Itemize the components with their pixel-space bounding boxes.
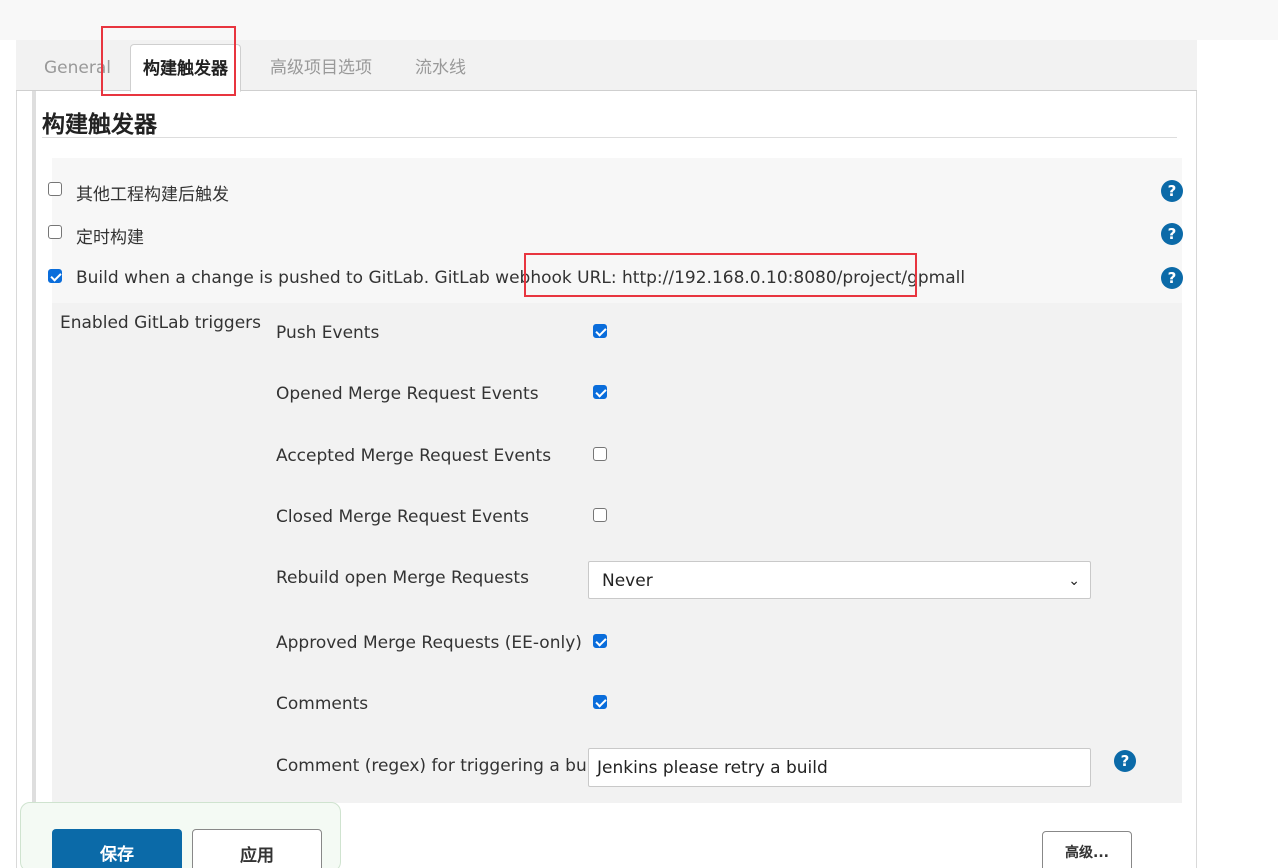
comments-checkbox[interactable] (593, 695, 607, 709)
section-title: 构建触发器 (42, 112, 157, 138)
tab-build-triggers[interactable]: 构建触发器 (130, 44, 241, 92)
help-icon[interactable]: ? (1161, 223, 1183, 245)
comment-regex-label: Comment (regex) for triggering a build (276, 756, 607, 776)
help-icon[interactable]: ? (1114, 750, 1136, 772)
advanced-button[interactable]: 高级... (1042, 831, 1132, 868)
approved-mr-checkbox[interactable] (593, 634, 607, 648)
trigger-periodic-checkbox[interactable] (48, 225, 62, 239)
help-icon[interactable]: ? (1161, 180, 1183, 202)
comments-label: Comments (276, 694, 369, 714)
tab-advanced-project-options[interactable]: 高级项目选项 (270, 56, 372, 80)
gitlab-options-panel (52, 303, 1182, 803)
opened-mr-label: Opened Merge Request Events (276, 384, 539, 404)
rebuild-mr-value: Never (602, 571, 653, 591)
comment-regex-input[interactable]: Jenkins please retry a build (588, 748, 1091, 787)
section-left-rule (32, 91, 36, 868)
trigger-gitlab-checkbox[interactable] (48, 269, 62, 283)
approved-mr-label: Approved Merge Requests (EE-only) (276, 633, 582, 653)
opened-mr-checkbox[interactable] (593, 385, 607, 399)
trigger-upstream-label: 其他工程构建后触发 (76, 185, 229, 205)
push-events-label: Push Events (276, 323, 380, 343)
trigger-periodic-label: 定时构建 (76, 228, 144, 248)
rebuild-mr-select[interactable]: Never ⌄ (588, 561, 1091, 599)
closed-mr-checkbox[interactable] (593, 508, 607, 522)
push-events-checkbox[interactable] (593, 324, 607, 338)
browser-top-band (0, 0, 1278, 40)
rebuild-mr-label: Rebuild open Merge Requests (276, 568, 529, 588)
accepted-mr-label: Accepted Merge Request Events (276, 446, 552, 466)
gitlab-triggers-group-label: Enabled GitLab triggers (60, 313, 262, 333)
tab-general[interactable]: General (44, 56, 111, 80)
accepted-mr-checkbox[interactable] (593, 447, 607, 461)
trigger-upstream-checkbox[interactable] (48, 182, 62, 196)
closed-mr-label: Closed Merge Request Events (276, 507, 529, 527)
apply-button[interactable]: 应用 (192, 829, 322, 868)
save-button[interactable]: 保存 (52, 829, 182, 868)
tab-pipeline[interactable]: 流水线 (415, 56, 466, 80)
chevron-down-icon: ⌄ (1068, 573, 1080, 589)
help-icon[interactable]: ? (1161, 267, 1183, 289)
trigger-gitlab-label: Build when a change is pushed to GitLab.… (76, 268, 966, 288)
title-divider (42, 137, 1177, 138)
